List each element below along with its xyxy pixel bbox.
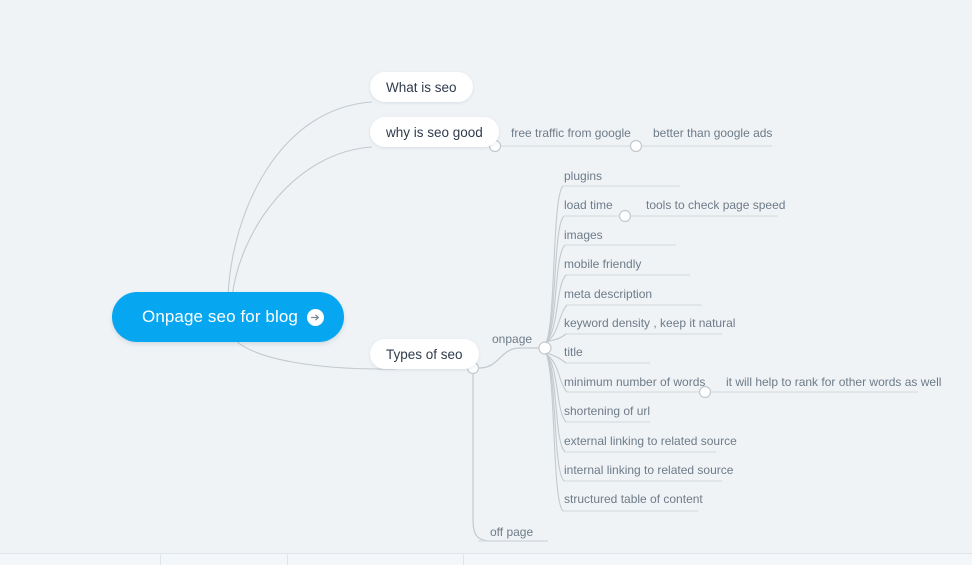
node-external-linking[interactable]: external linking to related source <box>564 435 737 447</box>
node-types-of-seo[interactable]: Types of seo <box>370 339 479 369</box>
toolbar-divider <box>287 554 288 565</box>
root-node-label: Onpage seo for blog <box>142 307 298 326</box>
node-types-of-seo-label: Types of seo <box>386 346 463 362</box>
node-structured-table-of-content[interactable]: structured table of content <box>564 493 703 505</box>
link-types-to-off-page <box>472 374 548 542</box>
node-external-linking-label: external linking to related source <box>564 434 737 448</box>
node-images[interactable]: images <box>564 229 603 241</box>
node-shortening-of-url-label: shortening of url <box>564 404 651 418</box>
bottom-toolbar <box>0 553 972 565</box>
arrow-right-circle-icon[interactable] <box>306 308 324 326</box>
root-node[interactable]: Onpage seo for blog <box>112 292 344 342</box>
node-title[interactable]: title <box>564 346 583 358</box>
node-free-traffic-from-google[interactable]: free traffic from google <box>511 127 631 139</box>
node-load-time[interactable]: load time <box>564 199 613 211</box>
node-onpage[interactable]: onpage <box>492 333 532 345</box>
connector-layer <box>227 101 918 542</box>
node-images-label: images <box>564 228 603 242</box>
knob-onpage <box>538 341 552 355</box>
node-plugins[interactable]: plugins <box>564 170 602 182</box>
link-root-to-why-is-seo-good <box>231 146 373 298</box>
node-why-is-seo-good-label: why is seo good <box>386 124 483 140</box>
toolbar-divider <box>160 554 161 565</box>
toolbar-divider <box>463 554 464 565</box>
node-better-than-google-ads[interactable]: better than google ads <box>653 127 772 139</box>
node-onpage-label: onpage <box>492 332 533 346</box>
node-what-is-seo-label: What is seo <box>386 79 457 95</box>
node-meta-description-label: meta description <box>564 287 653 301</box>
node-rank-other-words[interactable]: it will help to rank for other words as … <box>726 376 941 388</box>
link-onpage-mobile <box>545 274 600 344</box>
node-mobile-friendly-label: mobile friendly <box>564 257 642 271</box>
node-internal-linking[interactable]: internal linking to related source <box>564 464 733 476</box>
link-root-to-what-is-seo <box>227 101 373 297</box>
node-internal-linking-label: internal linking to related source <box>564 463 734 477</box>
node-what-is-seo[interactable]: What is seo <box>370 72 473 102</box>
node-minimum-number-of-words[interactable]: minimum number of words <box>564 376 705 388</box>
node-better-than-google-ads-label: better than google ads <box>653 126 773 140</box>
node-rank-other-words-label: it will help to rank for other words as … <box>726 375 942 389</box>
node-free-traffic-from-google-label: free traffic from google <box>511 126 631 140</box>
node-plugins-label: plugins <box>564 169 603 183</box>
node-minimum-number-of-words-label: minimum number of words <box>564 375 706 389</box>
mindmap-canvas[interactable]: Onpage seo for blog What is seo why is s… <box>0 0 972 565</box>
node-meta-description[interactable]: meta description <box>564 288 652 300</box>
knob-tools-to-check-page-speed <box>618 209 632 223</box>
node-off-page-label: off page <box>490 525 534 539</box>
node-keyword-density[interactable]: keyword density , keep it natural <box>564 317 735 329</box>
node-structured-table-of-content-label: structured table of content <box>564 492 703 506</box>
node-tools-to-check-page-speed-label: tools to check page speed <box>646 198 786 212</box>
node-load-time-label: load time <box>564 198 613 212</box>
node-mobile-friendly[interactable]: mobile friendly <box>564 258 641 270</box>
node-off-page[interactable]: off page <box>490 526 533 538</box>
knob-better-than-ads <box>629 139 643 153</box>
node-title-label: title <box>564 345 583 359</box>
node-shortening-of-url[interactable]: shortening of url <box>564 405 650 417</box>
link-types-to-onpage <box>478 347 540 369</box>
node-keyword-density-label: keyword density , keep it natural <box>564 316 736 330</box>
link-onpage-keyword <box>545 333 600 343</box>
node-why-is-seo-good[interactable]: why is seo good <box>370 117 499 147</box>
node-tools-to-check-page-speed[interactable]: tools to check page speed <box>646 199 785 211</box>
